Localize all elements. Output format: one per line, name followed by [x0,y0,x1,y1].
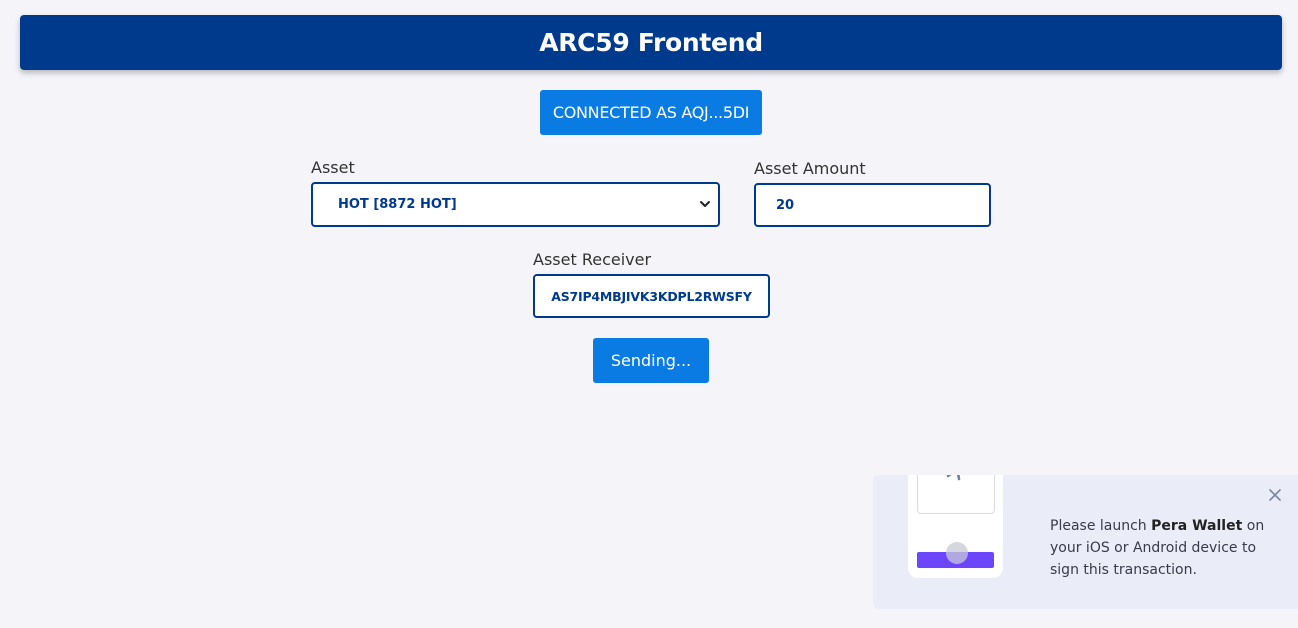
page-title: ARC59 Frontend [539,28,763,57]
connected-wallet-button[interactable]: CONNECTED AS AQJ...5DI [540,90,762,135]
phone-screen [917,475,995,514]
asset-amount-label: Asset Amount [754,159,866,178]
toast-prefix: Please launch [1050,518,1152,534]
spinner-icon [946,475,961,481]
asset-select-value: HOT [8872 HOT] [338,197,457,212]
send-button[interactable]: Sending... [593,338,709,383]
asset-select[interactable]: HOT [8872 HOT] [311,182,720,227]
app-header: ARC59 Frontend [20,15,1282,70]
pera-wallet-toast: Please launch Pera Wallet on your iOS or… [873,475,1298,609]
asset-receiver-label: Asset Receiver [533,250,652,269]
phone-illustration [908,475,1003,578]
toast-app-name: Pera Wallet [1151,518,1243,534]
asset-label: Asset [311,158,355,177]
asset-amount-input[interactable]: 20 [754,183,991,227]
asset-receiver-value: AS7IP4MBJIVK3KDPL2RWSFY [551,288,752,304]
asset-amount-value: 20 [776,197,795,213]
close-icon[interactable] [1268,488,1282,502]
phone-touch-dot [946,542,968,564]
asset-receiver-input[interactable]: AS7IP4MBJIVK3KDPL2RWSFY [533,274,770,318]
chevron-down-icon [700,201,710,207]
toast-message: Please launch Pera Wallet on your iOS or… [1050,515,1265,581]
